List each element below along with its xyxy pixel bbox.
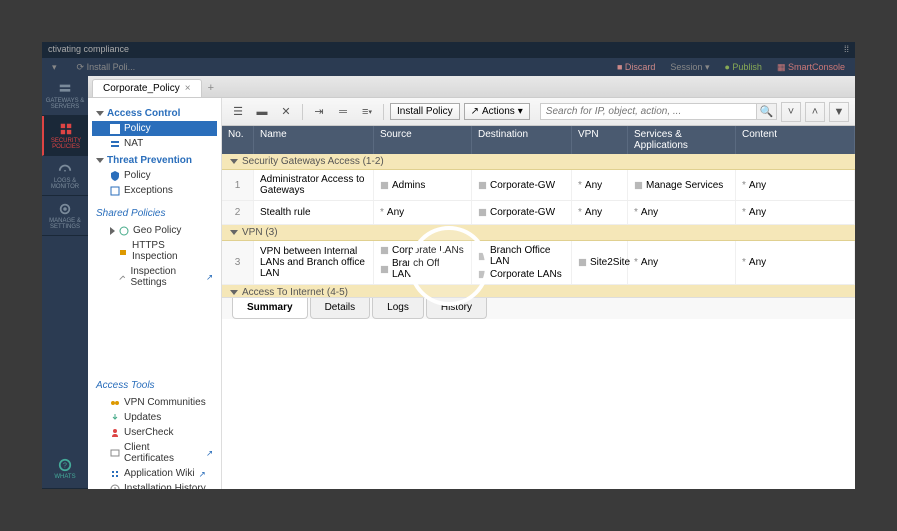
detail-tabs: Summary Details Logs History bbox=[222, 297, 855, 319]
policy-tree: Access Control Policy NAT Threat Prevent… bbox=[88, 98, 222, 489]
rule-row[interactable]: 2Stealth rule* Any Corporate-GW* Any* An… bbox=[222, 201, 855, 225]
tree-tp-exceptions[interactable]: Exceptions bbox=[92, 183, 217, 198]
col-services[interactable]: Services & Applications bbox=[628, 126, 736, 154]
tb-delete-icon[interactable]: ✕ bbox=[276, 102, 296, 122]
tree-access-control[interactable]: Access Control bbox=[96, 108, 217, 119]
publish-button[interactable]: ● Publish bbox=[724, 62, 761, 72]
titlebar: ctivating compliance ⁞⁞ bbox=[42, 42, 855, 58]
tab-label: Corporate_Policy bbox=[103, 83, 180, 94]
policy-tabs: Corporate_Policy × + bbox=[88, 76, 855, 98]
toolbar: ☰ ▬ ✕ ⇥ ═ ≡▾ Install Policy ↗ Actions ▾ … bbox=[222, 98, 855, 126]
col-vpn[interactable]: VPN bbox=[572, 126, 628, 154]
detail-pane bbox=[222, 319, 855, 490]
close-icon[interactable]: × bbox=[185, 83, 191, 94]
svg-text:?: ? bbox=[63, 462, 67, 469]
left-nav: GATEWAYS & SERVERS SECURITY POLICIES LOG… bbox=[42, 76, 88, 489]
actions-button[interactable]: ↗ Actions ▾ bbox=[464, 103, 530, 120]
tool-app-wiki[interactable]: Application Wiki ↗ bbox=[92, 466, 217, 481]
tree-geo-policy[interactable]: Geo Policy bbox=[92, 223, 217, 238]
tool-updates[interactable]: Updates bbox=[92, 410, 217, 425]
access-tools-header: Access Tools bbox=[96, 380, 217, 391]
topbar: ▾ ⟳ Install Poli... ■ Discard Session ▾ … bbox=[42, 58, 855, 76]
nav-gateways[interactable]: GATEWAYS & SERVERS bbox=[42, 76, 88, 116]
grid-header: No. Name Source Destination VPN Services… bbox=[222, 126, 855, 154]
nav-down-icon[interactable]: ˅ bbox=[781, 102, 801, 122]
tb-menu-icon[interactable]: ≡▾ bbox=[357, 102, 377, 122]
tool-client-certs[interactable]: Client Certificates ↗ bbox=[92, 440, 217, 466]
nav-manage[interactable]: MANAGE & SETTINGS bbox=[42, 196, 88, 236]
col-content[interactable]: Content bbox=[736, 126, 855, 154]
col-source[interactable]: Source bbox=[374, 126, 472, 154]
brand-label: ▦ SmartConsole bbox=[777, 62, 845, 73]
tree-nat[interactable]: NAT bbox=[92, 136, 217, 151]
rule-row[interactable]: 3VPN between Internal LANs and Branch of… bbox=[222, 241, 855, 285]
tab-logs[interactable]: Logs bbox=[372, 298, 424, 319]
tab-corporate-policy[interactable]: Corporate_Policy × bbox=[92, 79, 202, 97]
nav-logs[interactable]: LOGS & MONITOR bbox=[42, 156, 88, 196]
session-button[interactable]: Session ▾ bbox=[670, 62, 709, 73]
rules-grid: No. Name Source Destination VPN Services… bbox=[222, 126, 855, 297]
col-destination[interactable]: Destination bbox=[472, 126, 572, 154]
window-dots-icon[interactable]: ⁞⁞ bbox=[844, 44, 849, 56]
tool-installation-history[interactable]: Installation History bbox=[92, 481, 217, 489]
tb-indent-icon[interactable]: ⇥ bbox=[309, 102, 329, 122]
nav-security-policies[interactable]: SECURITY POLICIES bbox=[42, 116, 88, 156]
nav-whats[interactable]: ?WHATS bbox=[42, 449, 88, 489]
tab-summary[interactable]: Summary bbox=[232, 298, 308, 319]
tree-inspection-settings[interactable]: Inspection Settings ↗ bbox=[92, 264, 217, 290]
discard-button[interactable]: ■ Discard bbox=[617, 62, 655, 72]
tree-policy[interactable]: Policy bbox=[92, 121, 217, 136]
section-header[interactable]: Security Gateways Access (1-2) bbox=[222, 154, 855, 170]
section-header[interactable]: Access To Internet (4-5) bbox=[222, 285, 855, 297]
menu-objects[interactable]: ▾ bbox=[52, 62, 57, 73]
nav-up-icon[interactable]: ˄ bbox=[805, 102, 825, 122]
tool-vpn-communities[interactable]: VPN Communities bbox=[92, 395, 217, 410]
search-input[interactable] bbox=[540, 103, 757, 120]
col-name[interactable]: Name bbox=[254, 126, 374, 154]
tool-usercheck[interactable]: UserCheck bbox=[92, 425, 217, 440]
col-no[interactable]: No. bbox=[222, 126, 254, 154]
rule-row[interactable]: 1Administrator Access to Gateways Admins… bbox=[222, 170, 855, 201]
section-header[interactable]: VPN (3) bbox=[222, 225, 855, 241]
tb-list-icon[interactable]: ☰ bbox=[228, 102, 248, 122]
shared-policies-header: Shared Policies bbox=[96, 208, 217, 219]
tree-tp-policy[interactable]: Policy bbox=[92, 168, 217, 183]
title-text: ctivating compliance bbox=[48, 44, 129, 56]
install-policy-top[interactable]: ⟳ Install Poli... bbox=[77, 62, 136, 73]
filter-icon[interactable]: ▼ bbox=[829, 102, 849, 122]
install-policy-button[interactable]: Install Policy bbox=[390, 103, 460, 120]
search-icon[interactable]: 🔍 bbox=[757, 103, 777, 120]
tb-subtract-icon[interactable]: ▬ bbox=[252, 102, 272, 122]
tab-history[interactable]: History bbox=[426, 298, 487, 319]
tree-threat-prevention[interactable]: Threat Prevention bbox=[96, 155, 217, 166]
add-tab-button[interactable]: + bbox=[202, 79, 220, 97]
tab-details[interactable]: Details bbox=[310, 298, 371, 319]
tb-outdent-icon[interactable]: ═ bbox=[333, 102, 353, 122]
tree-https-inspection[interactable]: HTTPS Inspection bbox=[92, 238, 217, 264]
